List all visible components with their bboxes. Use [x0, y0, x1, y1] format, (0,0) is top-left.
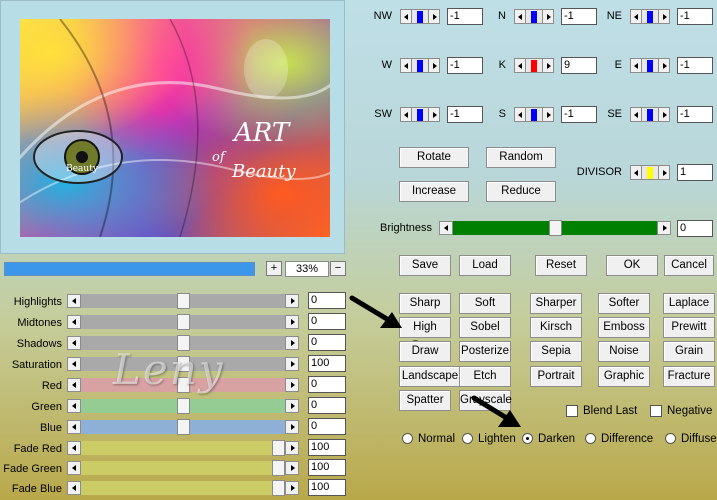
arrow-icon	[349, 295, 402, 328]
annotation-arrows	[349, 295, 521, 427]
arrow-icon	[471, 395, 521, 427]
